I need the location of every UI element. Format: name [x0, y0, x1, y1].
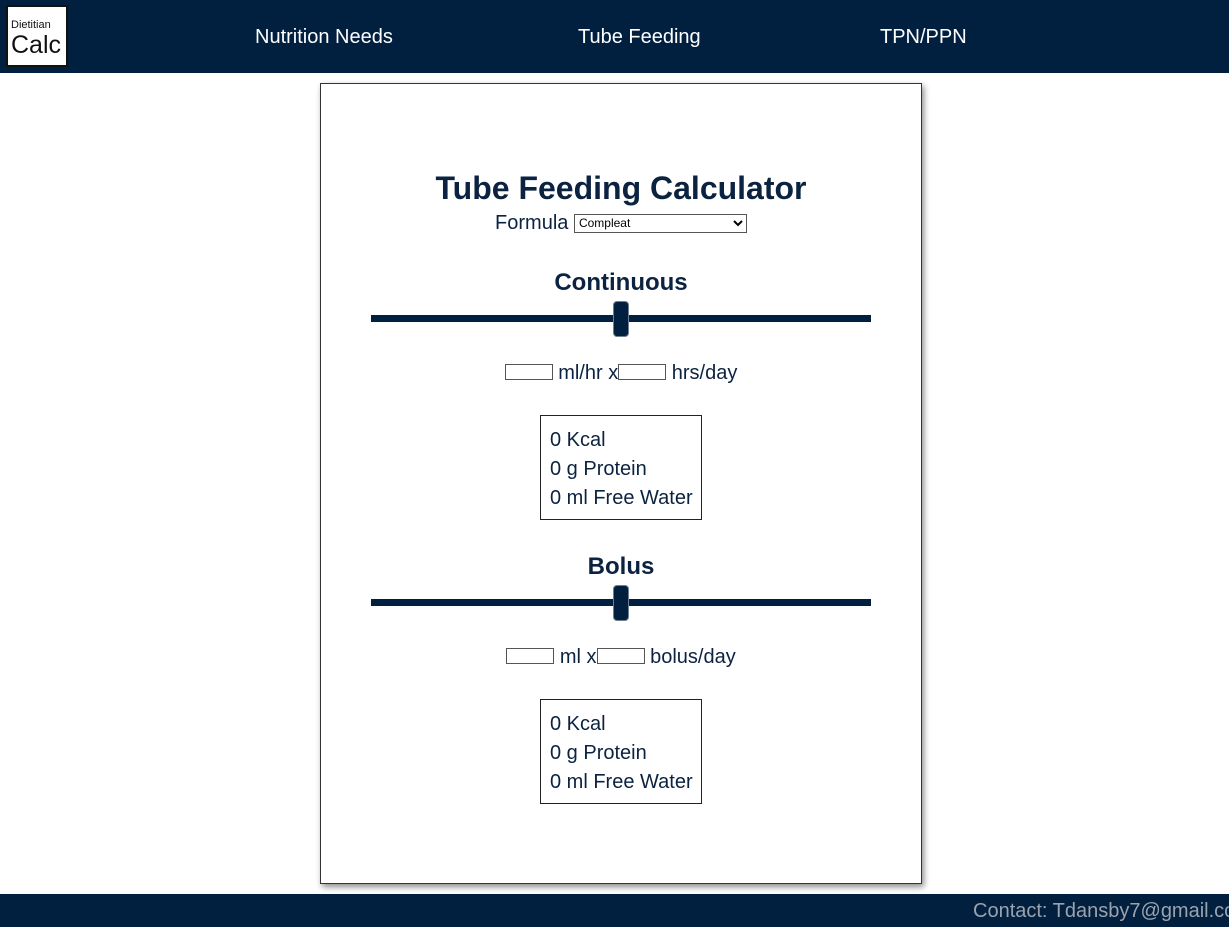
contact-email[interactable]: Contact: Tdansby7@gmail.co — [973, 899, 1229, 923]
rate-input[interactable] — [504, 364, 553, 380]
bolus-results: 0 Kcal 0 g Protein 0 ml Free Water — [540, 699, 702, 804]
continuous-protein: 0 g Protein — [550, 458, 647, 480]
formula-label: Formula — [495, 212, 569, 234]
bolus-volume-unit-label: ml x — [559, 646, 597, 668]
bolus-count-unit-label: bolus/day — [650, 646, 736, 668]
continuous-heading: Continuous — [554, 269, 688, 296]
bolus-protein: 0 g Protein — [550, 742, 647, 764]
bolus-slider-thumb[interactable] — [613, 585, 629, 621]
continuous-free-water: 0 ml Free Water — [550, 487, 693, 509]
continuous-kcal: 0 Kcal — [550, 429, 606, 451]
formula-select[interactable]: Compleat — [573, 213, 747, 233]
hours-input[interactable] — [618, 364, 667, 380]
top-nav-bar: Dietitian Calc Nutrition Needs Tube Feed… — [0, 0, 1229, 73]
formula-row: Formula Compleat — [321, 210, 921, 236]
continuous-input-row: ml/hr x hrs/day — [321, 360, 921, 386]
rate-unit-label: ml/hr x — [558, 362, 619, 384]
logo-line-2: Calc — [11, 31, 62, 59]
page-title: Tube Feeding Calculator — [435, 170, 807, 206]
nav-nutrition-needs[interactable]: Nutrition Needs — [255, 24, 393, 50]
bolus-input-row: ml x bolus/day — [321, 644, 921, 670]
bolus-heading: Bolus — [587, 553, 655, 580]
nav-tube-feeding[interactable]: Tube Feeding — [578, 24, 701, 50]
app-logo[interactable]: Dietitian Calc — [6, 5, 68, 67]
bolus-count-input[interactable] — [596, 648, 645, 664]
calculator-card: Tube Feeding Calculator Formula Compleat… — [320, 83, 922, 884]
bolus-kcal: 0 Kcal — [550, 713, 606, 735]
bolus-free-water: 0 ml Free Water — [550, 771, 693, 793]
hours-unit-label: hrs/day — [671, 362, 738, 384]
footer-bar: Contact: Tdansby7@gmail.co — [0, 894, 1229, 927]
continuous-slider-thumb[interactable] — [613, 301, 629, 337]
nav-tpn-ppn[interactable]: TPN/PPN — [880, 24, 967, 50]
bolus-volume-input[interactable] — [506, 648, 555, 664]
continuous-results: 0 Kcal 0 g Protein 0 ml Free Water — [540, 415, 702, 520]
